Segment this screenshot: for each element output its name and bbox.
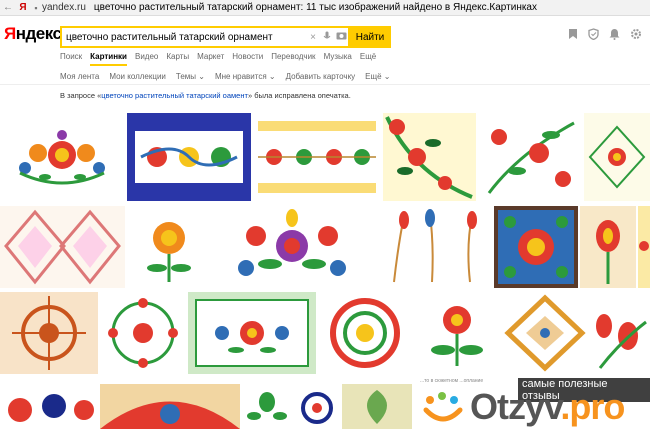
microphone-icon[interactable] (320, 31, 334, 44)
image-result[interactable] (638, 206, 650, 288)
image-result[interactable] (0, 384, 98, 429)
tab-8[interactable]: Ещё (360, 52, 376, 66)
lock-icon: ▪ (34, 2, 38, 13)
image-result[interactable] (374, 206, 491, 288)
image-result[interactable] (590, 292, 650, 374)
header: Яндекс × Найти Поиск Картинки Видео Карты Ма… (0, 16, 650, 112)
image-result[interactable] (415, 292, 500, 374)
tab-0[interactable]: Поиск (60, 52, 82, 66)
bookmark-icon[interactable] (568, 28, 578, 43)
image-result[interactable] (294, 384, 340, 429)
image-result[interactable] (127, 113, 251, 201)
tab-7[interactable]: Музыка (324, 52, 352, 66)
address-domain[interactable]: yandex.ru (42, 2, 86, 13)
image-result[interactable] (479, 113, 582, 201)
image-result[interactable] (100, 384, 240, 429)
image-caption: ...то в сюжетном ...оплание (420, 378, 484, 384)
image-result[interactable] (0, 292, 98, 374)
subnav-item-1[interactable]: Мои коллекции (109, 72, 166, 81)
services-tabs: Поиск Картинки Видео Карты Маркет Новости Пере… (60, 52, 376, 66)
otzyv-logo-icon (423, 392, 463, 422)
image-result[interactable] (342, 384, 412, 429)
search-input[interactable] (62, 31, 306, 43)
image-result[interactable] (584, 113, 650, 201)
yandex-logo[interactable]: Яндекс (4, 24, 62, 44)
clear-icon[interactable]: × (306, 32, 320, 43)
image-result[interactable] (494, 206, 578, 288)
bell-icon[interactable] (609, 28, 620, 43)
image-result[interactable] (318, 292, 413, 374)
subnav-item-4[interactable]: Добавить карточку (286, 72, 356, 81)
subnav-item-3[interactable]: Мне нравится ⌄ (215, 72, 276, 81)
divider (0, 84, 650, 85)
correction-suffix: » была исправлена опечатка. (247, 91, 351, 100)
page-title: цветочно растительный татарский орнамент… (93, 2, 537, 13)
header-icons (568, 28, 642, 43)
image-result[interactable] (100, 292, 186, 374)
shield-icon[interactable] (588, 28, 599, 43)
subnav-item-0[interactable]: Моя лента (60, 72, 99, 81)
otzyv-brand-suffix: .pro (560, 386, 625, 427)
corrected-query-link[interactable]: цветочно растительный татарский оамент (101, 91, 248, 100)
settings-gear-icon[interactable] (630, 28, 642, 43)
otzyv-watermark: ...то в сюжетном ...оплание самые полезн… (414, 376, 650, 429)
tab-1[interactable]: Картинки (90, 52, 127, 66)
image-result[interactable] (254, 113, 380, 201)
image-result[interactable] (127, 206, 210, 288)
image-result[interactable] (212, 206, 372, 288)
image-result[interactable] (502, 292, 588, 374)
browser-bar: ← Я ▪ yandex.ru цветочно растительный та… (0, 0, 650, 16)
subnav-item-2[interactable]: Темы ⌄ (176, 72, 205, 81)
camera-icon[interactable] (334, 31, 348, 43)
tab-3[interactable]: Карты (166, 52, 189, 66)
logo-letter: Я (4, 24, 16, 43)
image-result[interactable] (383, 113, 476, 201)
images-subnav: Моя лента Мои коллекции Темы ⌄ Мне нравится… (60, 72, 390, 81)
image-result[interactable] (242, 384, 292, 429)
tab-6[interactable]: Переводчик (271, 52, 315, 66)
correction-prefix: В запросе « (60, 91, 102, 100)
image-result[interactable] (0, 113, 125, 201)
back-arrow-icon[interactable]: ← (0, 2, 16, 13)
subnav-item-5[interactable]: Ещё ⌄ (365, 72, 390, 81)
tab-4[interactable]: Маркет (197, 52, 224, 66)
logo-rest: ндекс (15, 24, 62, 43)
image-result[interactable] (0, 206, 125, 288)
otzyv-brand: Otzyv (470, 386, 561, 427)
search-box: × (60, 26, 350, 48)
typo-correction-notice: В запросе «цветочно растительный татарск… (60, 91, 351, 100)
image-result[interactable] (188, 292, 316, 374)
tab-5[interactable]: Новости (232, 52, 263, 66)
tab-2[interactable]: Видео (135, 52, 158, 66)
otzyv-logo-text: Otzyv.pro (470, 386, 625, 428)
image-result[interactable] (580, 206, 636, 288)
find-button[interactable]: Найти (349, 26, 391, 48)
yandex-browser-icon[interactable]: Я (16, 2, 30, 13)
